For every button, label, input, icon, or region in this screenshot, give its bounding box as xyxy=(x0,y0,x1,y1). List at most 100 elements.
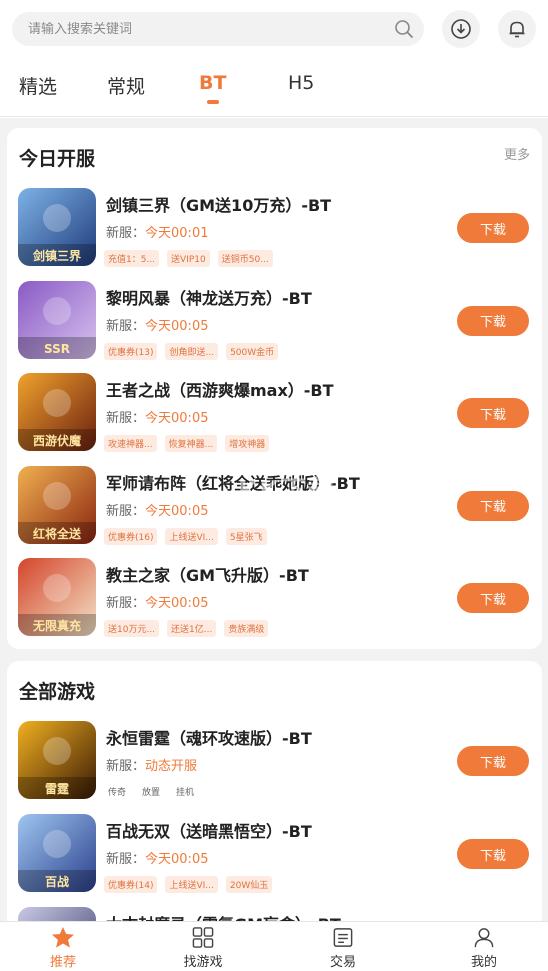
tab-bt[interactable]: BT xyxy=(199,72,226,94)
game-name[interactable]: 剑镇三界（GM送10万充）-BT xyxy=(106,192,331,216)
nav-profile[interactable]: 我的 xyxy=(444,926,524,970)
download-icon xyxy=(451,19,471,39)
game-name[interactable]: 黎明风暴（神龙送万充）-BT xyxy=(106,285,312,309)
today-servers-card: 今日开服 更多 剑镇三界 剑镇三界（GM送10万充）-BT 新服：今天00:01 充值… xyxy=(7,128,542,649)
download-button[interactable]: 下载 xyxy=(457,490,529,521)
icon-artwork-label: 无限真充 xyxy=(32,618,81,633)
nav-recommend[interactable]: 推荐 xyxy=(23,926,103,970)
game-row[interactable]: 西游伏魔 王者之战（西游爽爆max）-BT 新服：今天00:05 攻速神器... 恢复神… xyxy=(7,373,542,457)
game-tag: 送VIP10 xyxy=(167,250,210,267)
game-row[interactable]: 无限真充 教主之家（GM飞升版）-BT 新服：今天00:05 送10万元... 还送1亿… xyxy=(7,558,542,642)
nav-label: 我的 xyxy=(470,955,497,970)
watermark: KK下载 xyxy=(238,476,335,506)
section-title: 全部游戏 xyxy=(19,681,96,703)
game-tag: 优惠券(13) xyxy=(104,342,158,360)
download-button[interactable]: 下载 xyxy=(457,213,529,243)
notification-button[interactable] xyxy=(498,10,536,48)
tab-h5[interactable]: H5 xyxy=(288,72,314,94)
bottom-nav: 推荐 找游戏 交易 我的 xyxy=(0,921,548,971)
game-tag: 上线送VI... xyxy=(165,527,218,545)
game-tag: 送10万元... xyxy=(104,620,160,637)
icon-artwork-label: 剑镇三界 xyxy=(32,248,81,263)
game-icon[interactable]: SSR xyxy=(18,280,96,359)
server-open-time: 今天00:05 xyxy=(145,503,209,519)
server-open-label: 新服： xyxy=(106,759,146,774)
server-open-time: 动态开服 xyxy=(145,759,198,774)
search-icon[interactable] xyxy=(394,19,414,39)
nav-label: 推荐 xyxy=(49,955,76,970)
game-icon[interactable]: 西游伏魔 xyxy=(18,373,96,451)
game-row[interactable]: SSR 黎明风暴（神龙送万充）-BT 新服：今天00:05 优惠券(13) 创角即送..… xyxy=(7,280,542,365)
game-tag: 攻速神器... xyxy=(104,435,157,452)
game-tag: 创角即送... xyxy=(165,342,219,360)
server-open-info: 新服：今天00:05 xyxy=(106,500,208,519)
icon-artwork-label: 雷霆 xyxy=(45,782,70,796)
download-button[interactable]: 下载 xyxy=(457,398,529,428)
server-open-info: 新服：动态开服 xyxy=(106,755,197,774)
download-button[interactable]: 下载 xyxy=(457,583,529,613)
game-icon[interactable]: 红将全送 xyxy=(18,465,96,544)
download-button[interactable]: 下载 xyxy=(457,746,529,776)
game-icon[interactable]: 无限真充 xyxy=(18,558,96,636)
download-button[interactable]: 下载 xyxy=(457,839,529,869)
server-open-time: 今天00:01 xyxy=(145,226,209,241)
nav-label: 交易 xyxy=(329,955,356,970)
game-tags: 攻速神器... 恢复神器... 增攻神器 xyxy=(104,435,270,452)
game-name[interactable]: 教主之家（GM飞升版）-BT xyxy=(106,562,309,586)
game-tag: 贵族满级 xyxy=(224,620,269,637)
top-bar: 精选 常规 BT H5 xyxy=(0,0,548,118)
icon-artwork-label: SSR xyxy=(44,342,70,356)
server-open-info: 新服：今天00:05 xyxy=(106,592,208,611)
game-row[interactable]: 百战 百战无双（送暗黑悟空）-BT 新服：今天00:05 优惠券(14) 上线送VI..… xyxy=(7,814,542,898)
game-tag: 送铜币50... xyxy=(217,250,273,267)
nav-trade[interactable]: 交易 xyxy=(303,926,383,970)
game-tag: 充值1：5... xyxy=(104,250,160,267)
game-row[interactable]: 雷霆 永恒雷霆（魂环攻速版）-BT 新服：动态开服 传奇 放置 挂机 下载 xyxy=(7,721,542,805)
game-tags: 优惠券(13) 创角即送... 500W金币 xyxy=(104,342,279,360)
server-open-label: 新服： xyxy=(106,852,146,867)
nav-find-games[interactable]: 找游戏 xyxy=(163,926,243,970)
game-tags: 优惠券(14) 上线送VI... 20W仙玉 xyxy=(104,876,273,893)
game-tag: 500W金币 xyxy=(226,342,279,360)
game-icon[interactable]: 百战 xyxy=(18,814,96,892)
all-games-card: 全部游戏 雷霆 永恒雷霆（魂环攻速版）-BT 新服：动态开服 传奇 放置 挂机 下载 百战 百战… xyxy=(7,661,542,971)
server-open-info: 新服：今天00:05 xyxy=(106,848,208,867)
game-tag: 恢复神器... xyxy=(164,435,218,452)
game-icon[interactable]: 剑镇三界 xyxy=(18,188,96,266)
server-open-time: 今天00:05 xyxy=(145,596,209,611)
server-open-time: 今天00:05 xyxy=(145,852,209,867)
game-icon[interactable]: 雷霆 xyxy=(18,721,96,799)
download-button[interactable] xyxy=(442,10,480,48)
game-tags: 送10万元... 还送1亿... 贵族满级 xyxy=(104,620,269,637)
game-tag: 优惠券(14) xyxy=(104,876,158,893)
game-tag: 上线送VI... xyxy=(165,876,218,893)
server-open-info: 新服：今天00:05 xyxy=(106,315,208,334)
game-row[interactable]: 剑镇三界 剑镇三界（GM送10万充）-BT 新服：今天00:01 充值1：5... 送V… xyxy=(7,188,542,272)
download-button[interactable]: 下载 xyxy=(457,305,529,336)
game-name[interactable]: 王者之战（西游爽爆max）-BT xyxy=(106,377,334,401)
server-open-label: 新服： xyxy=(106,411,146,426)
tab-regular[interactable]: 常规 xyxy=(107,72,145,99)
user-icon xyxy=(474,928,494,948)
section-title: 今日开服 xyxy=(19,148,96,170)
game-name[interactable]: 永恒雷霆（魂环攻速版）-BT xyxy=(106,725,312,749)
server-open-time: 今天00:05 xyxy=(145,411,209,426)
game-tag: 传奇 xyxy=(108,788,127,798)
category-tabs: 精选 常规 BT H5 xyxy=(0,62,548,112)
nav-label: 找游戏 xyxy=(183,955,223,970)
server-open-label: 新服： xyxy=(106,596,146,611)
more-link[interactable]: 更多 xyxy=(504,144,530,163)
game-tag: 优惠券(16) xyxy=(104,527,158,545)
game-tags: 传奇 放置 挂机 xyxy=(104,783,198,800)
server-open-label: 新服： xyxy=(106,318,146,334)
server-open-info: 新服：今天00:01 xyxy=(106,222,208,241)
server-open-label: 新服： xyxy=(106,226,146,241)
bell-icon xyxy=(509,21,525,38)
grid-icon xyxy=(192,927,214,948)
search-input[interactable] xyxy=(28,21,368,37)
search-bar[interactable] xyxy=(12,12,424,46)
icon-artwork-label: 西游伏魔 xyxy=(33,433,82,448)
game-name[interactable]: 百战无双（送暗黑悟空）-BT xyxy=(106,818,312,842)
game-tag: 放置 xyxy=(142,788,161,798)
tab-featured[interactable]: 精选 xyxy=(19,72,57,99)
